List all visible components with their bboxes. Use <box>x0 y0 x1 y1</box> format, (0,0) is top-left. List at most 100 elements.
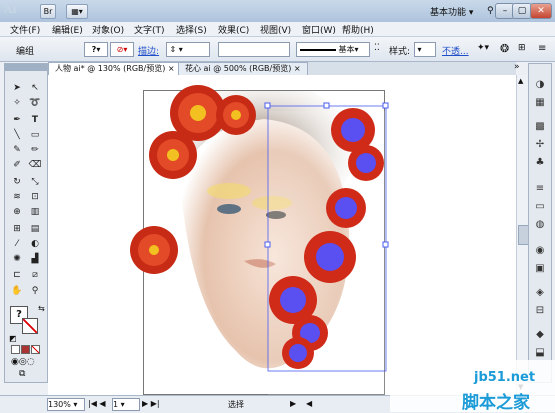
close-button[interactable]: ✕ <box>530 3 552 19</box>
red-flower <box>130 226 178 274</box>
artboard-tool-icon[interactable]: ⊏ <box>9 269 25 282</box>
tab-close-icon[interactable]: × <box>168 64 175 73</box>
mesh-tool-icon[interactable]: ⊞ <box>9 223 25 236</box>
selection-handle[interactable] <box>264 241 271 248</box>
selection-handle[interactable] <box>323 102 330 109</box>
gradient-mode-icon[interactable] <box>21 345 30 354</box>
selection-tool-icon[interactable]: ➤ <box>9 82 25 95</box>
perspective-grid-tool-icon[interactable]: ▥ <box>27 206 43 219</box>
menu-select[interactable]: 选择(S) <box>176 23 207 36</box>
lasso-tool-icon[interactable]: ➰ <box>27 97 43 110</box>
type-tool-icon[interactable]: T <box>27 114 43 127</box>
tab-second-document[interactable]: 花心 ai @ 500% (RGB/预览) × <box>178 62 308 75</box>
swatches-panel-icon[interactable]: ▩ <box>533 120 547 134</box>
stroke-label[interactable]: 描边: <box>138 44 159 57</box>
selection-handle[interactable] <box>264 102 271 109</box>
hand-tool-icon[interactable]: ✋ <box>9 285 25 298</box>
stroke-color-icon[interactable] <box>22 318 38 334</box>
paintbrush-tool-icon[interactable]: ✎ <box>9 144 25 157</box>
graphic-styles-icon[interactable]: ⁚⁚ <box>374 43 380 53</box>
selection-handle[interactable] <box>382 102 389 109</box>
artboard-number-field[interactable]: 1 ▾ <box>112 398 140 411</box>
scale-tool-icon[interactable]: ⤡ <box>27 176 43 189</box>
menu-view[interactable]: 视图(V) <box>260 23 291 36</box>
shape-builder-tool-icon[interactable]: ⊕ <box>9 206 25 219</box>
restore-button[interactable]: ▢ <box>512 3 532 19</box>
control-bar: 编组 ?▾ ⊘▾ 描边: ⇕ ▾ 基本▾ ⁚⁚ 样式: ▾ 不透... ✦▾ ❂… <box>0 37 555 62</box>
menu-edit[interactable]: 编辑(E) <box>52 23 83 36</box>
appearance-panel-icon[interactable]: ◉ <box>533 244 547 258</box>
direct-selection-tool-icon[interactable]: ↖ <box>27 82 43 95</box>
none-mode-icon[interactable] <box>31 345 40 354</box>
recolor-icon[interactable]: ✦▾ <box>477 43 489 53</box>
first-artboard-icon[interactable]: |◀ ◀ <box>88 399 106 408</box>
bridge-button[interactable]: Br <box>40 4 56 19</box>
eyedropper-tool-icon[interactable]: ⁄ <box>9 238 25 251</box>
eraser-tool-icon[interactable]: ⌫ <box>27 159 43 172</box>
menu-type[interactable]: 文字(T) <box>134 23 165 36</box>
pencil-tool-icon[interactable]: ✏ <box>27 144 43 157</box>
magic-wand-tool-icon[interactable]: ✧ <box>9 97 25 110</box>
panel-grip[interactable] <box>5 64 47 71</box>
status-menu-icon[interactable]: ▶ <box>290 399 296 408</box>
gradient-panel-icon[interactable]: ▭ <box>533 200 547 214</box>
opacity-label[interactable]: 不透... <box>442 44 469 57</box>
flowers-layer <box>130 85 389 372</box>
slice-tool-icon[interactable]: ⧄ <box>27 269 43 282</box>
blend-tool-icon[interactable]: ◐ <box>27 238 43 251</box>
transform-icon[interactable]: ⊞ <box>518 43 526 53</box>
next-artboard-icon[interactable]: ▶ ▶| <box>142 399 160 408</box>
color-panel-icon[interactable]: ◑ <box>533 78 547 92</box>
tabs-overflow-icon[interactable]: » <box>514 62 520 72</box>
brush-definition-dropdown[interactable]: 基本▾ <box>296 42 370 57</box>
blob-brush-tool-icon[interactable]: ✐ <box>9 159 25 172</box>
menu-bar: 文件(F) 编辑(E) 对象(O) 文字(T) 选择(S) 效果(C) 视图(V… <box>0 22 555 37</box>
scroll-up-icon[interactable]: ▲ <box>518 77 523 85</box>
brushes-panel-icon[interactable]: ✢ <box>533 138 547 152</box>
stroke-swatch[interactable]: ⊘▾ <box>110 42 134 57</box>
menu-window[interactable]: 窗口(W) <box>302 23 336 36</box>
menu-effect[interactable]: 效果(C) <box>218 23 249 36</box>
panel-menu-icon[interactable]: ≡ <box>538 43 546 54</box>
tab-active-document[interactable]: 人物 ai* @ 130% (RGB/预览) × <box>48 62 182 75</box>
gradient-tool-icon[interactable]: ▤ <box>27 223 43 236</box>
rotate-tool-icon[interactable]: ↻ <box>9 176 25 189</box>
free-transform-tool-icon[interactable]: ⊡ <box>27 191 43 204</box>
workspace-switcher[interactable]: 基本功能 ▾ <box>430 5 473 18</box>
horizontal-scroll-left-icon[interactable]: ◀ <box>306 399 312 408</box>
line-tool-icon[interactable]: ╲ <box>9 129 25 142</box>
width-tool-icon[interactable]: ≋ <box>9 191 25 204</box>
pathfinder-panel-icon[interactable]: ⬓ <box>533 346 547 360</box>
style-dropdown[interactable]: ▾ <box>414 42 436 57</box>
color-guide-icon[interactable]: ▦ <box>533 96 547 110</box>
color-mode-icon[interactable] <box>11 345 20 354</box>
screen-mode-icon[interactable]: ⧉ <box>19 369 25 379</box>
search-icon[interactable]: ⚲ <box>487 6 494 16</box>
zoom-field[interactable]: 130% ▾ <box>47 398 85 411</box>
symbols-panel-icon[interactable]: ♣ <box>533 156 547 170</box>
pen-tool-icon[interactable]: ✒ <box>9 114 25 127</box>
menu-help[interactable]: 帮助(H) <box>342 23 374 36</box>
swap-fill-stroke-icon[interactable]: ⇆ <box>38 304 45 313</box>
transparency-panel-icon[interactable]: ◍ <box>533 218 547 232</box>
zoom-tool-icon[interactable]: ⚲ <box>27 285 43 298</box>
menu-object[interactable]: 对象(O) <box>92 23 124 36</box>
tab-close-icon[interactable]: × <box>294 64 301 73</box>
selection-handle[interactable] <box>382 241 389 248</box>
menu-file[interactable]: 文件(F) <box>10 23 40 36</box>
default-colors-icon[interactable]: ◩ <box>9 334 17 343</box>
layers-panel-icon[interactable]: ◈ <box>533 286 547 300</box>
align-panel-icon[interactable]: ◆ <box>533 328 547 342</box>
graph-tool-icon[interactable]: ▟ <box>27 253 43 266</box>
stroke-panel-icon[interactable]: ≡ <box>533 182 547 196</box>
fill-swatch[interactable]: ?▾ <box>84 42 108 57</box>
variable-width-dropdown[interactable] <box>218 42 290 57</box>
rectangle-tool-icon[interactable]: ▭ <box>27 129 43 142</box>
align-icon[interactable]: ❂ <box>500 42 509 55</box>
symbol-sprayer-tool-icon[interactable]: ✺ <box>9 253 25 266</box>
arrange-documents-button[interactable]: ▦▾ <box>66 4 88 19</box>
draw-mode-icon[interactable]: ◉◎◌ <box>11 357 35 367</box>
artboards-panel-icon[interactable]: ⊟ <box>533 304 547 318</box>
graphic-styles-panel-icon[interactable]: ▣ <box>533 262 547 276</box>
stroke-weight-field[interactable]: ⇕ ▾ <box>166 42 210 57</box>
